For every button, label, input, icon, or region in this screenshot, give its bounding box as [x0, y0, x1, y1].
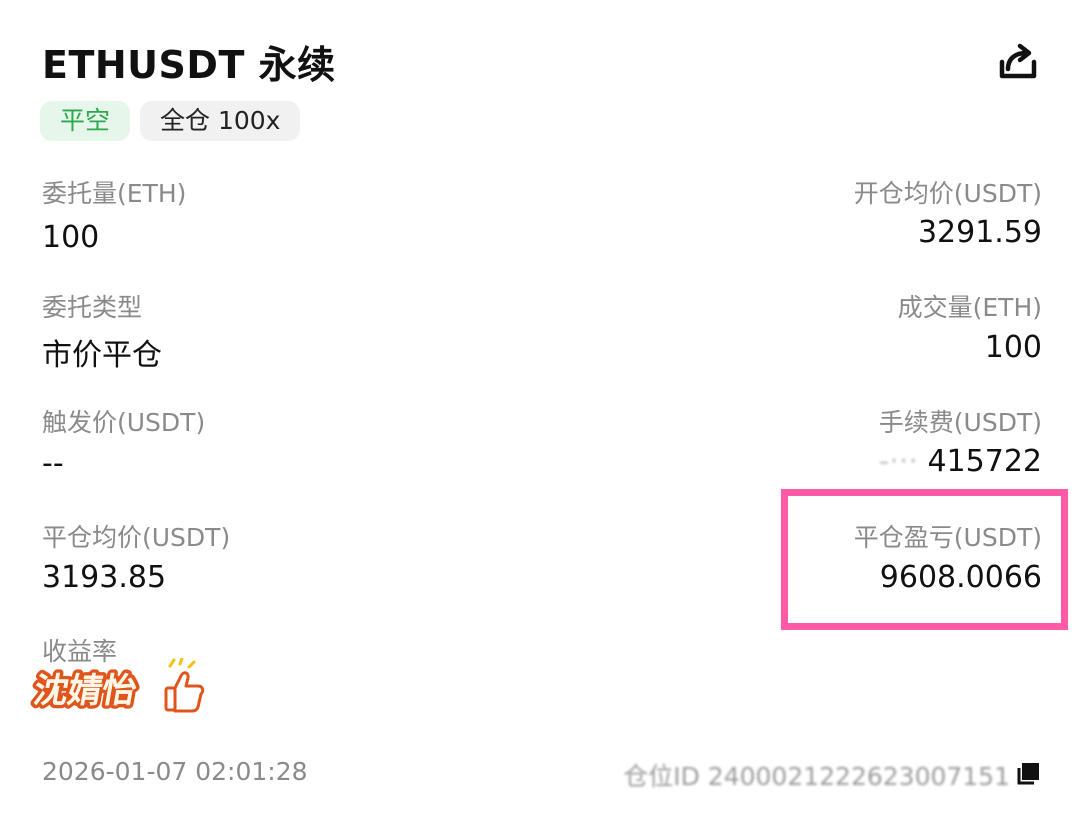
close-avg-price-value: 3193.85 [42, 560, 167, 595]
order-qty-value: 100 [42, 220, 100, 255]
order-type-value: 市价平仓 [42, 338, 162, 373]
trigger-price-label: 触发价(USDT) [42, 408, 206, 437]
timestamp: 2026-01-07 02:01:28 [42, 757, 308, 786]
fee-value-text: 415722 [927, 444, 1042, 479]
fee-blurred-prefix: -··· [878, 444, 928, 479]
margin-mode-badge: 全仓 100x [140, 101, 301, 141]
name-sticker: 沈婧怡 沈婧怡 [27, 656, 208, 716]
thumbs-up-icon [164, 656, 205, 713]
pnl-highlight-box [781, 489, 1068, 630]
filled-qty-value: 100 [984, 330, 1042, 365]
open-avg-price-label: 开仓均价(USDT) [853, 179, 1042, 208]
page-title: ETHUSDT 永续 [42, 43, 336, 87]
open-avg-price-value: 3291.59 [917, 215, 1042, 250]
order-type-label: 委托类型 [42, 293, 143, 322]
sticker-graphic: 沈婧怡 沈婧怡 [27, 656, 205, 714]
side-badge: 平空 [40, 101, 131, 141]
fee-value: -··· 415722 [878, 444, 1042, 479]
copy-icon[interactable] [1015, 761, 1041, 787]
share-icon[interactable] [996, 40, 1040, 84]
trigger-price-value: -- [42, 446, 64, 481]
position-id: 仓位ID 2400021222623007151 [623, 762, 1010, 791]
sticker-text: 沈婧怡 [31, 671, 140, 711]
tag-row: 平空 全仓 100x [40, 101, 301, 141]
fee-label: 手续费(USDT) [878, 408, 1042, 437]
close-avg-price-label: 平仓均价(USDT) [42, 523, 231, 552]
filled-qty-label: 成交量(ETH) [897, 293, 1042, 322]
order-qty-label: 委托量(ETH) [42, 179, 187, 208]
